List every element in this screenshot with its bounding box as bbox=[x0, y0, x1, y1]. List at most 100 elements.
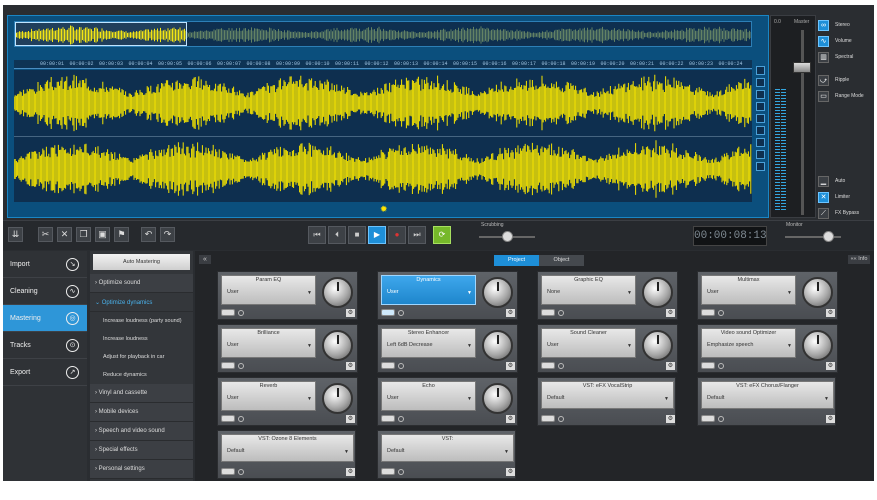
effect-toggle[interactable] bbox=[701, 309, 715, 316]
effect-card[interactable]: Brilliance User ▼ ⚙ bbox=[217, 324, 358, 373]
category-special-effects[interactable]: › Special effects bbox=[90, 441, 193, 460]
loop-icon[interactable] bbox=[756, 162, 765, 171]
category-optimize-dynamics[interactable]: ⌄ Optimize dynamics bbox=[90, 293, 193, 312]
effect-card[interactable]: Reverb User ▼ ⚙ bbox=[217, 377, 358, 426]
nav-mastering[interactable]: Mastering ◎ bbox=[3, 305, 87, 332]
marker-flag-icon[interactable]: ⚑ bbox=[114, 227, 129, 242]
collapse-panel-button[interactable]: « bbox=[199, 255, 211, 264]
gear-icon[interactable]: ⚙ bbox=[666, 308, 675, 317]
effect-amount-knob[interactable] bbox=[482, 277, 513, 308]
effect-toggle[interactable] bbox=[221, 309, 235, 316]
effect-preset-select[interactable]: Multimax User ▼ bbox=[701, 275, 796, 305]
effect-preset-select[interactable]: Dynamics User ▼ bbox=[381, 275, 476, 305]
category-personal-settings[interactable]: › Personal settings bbox=[90, 460, 193, 479]
effect-amount-knob[interactable] bbox=[802, 330, 833, 361]
effect-card[interactable]: Echo User ▼ ⚙ bbox=[377, 377, 518, 426]
nav-tracks[interactable]: Tracks ⊙ bbox=[3, 332, 87, 359]
tab-project[interactable]: Project bbox=[494, 255, 539, 266]
nav-cleaning[interactable]: Cleaning ∿ bbox=[3, 278, 87, 305]
effect-amount-knob[interactable] bbox=[802, 277, 833, 308]
previous-icon[interactable]: ⏴ bbox=[328, 226, 346, 244]
overview-selection[interactable] bbox=[15, 22, 187, 46]
mode-range[interactable]: ▭ Range Mode bbox=[818, 90, 864, 102]
nav-import[interactable]: Import ↘ bbox=[3, 251, 87, 278]
nav-export[interactable]: Export ↗ bbox=[3, 359, 87, 386]
effect-preset-select[interactable]: VST: eFX Chorus/Flanger Default ▼ bbox=[701, 381, 834, 409]
effect-card[interactable]: Sound Cleaner User ▼ ⚙ bbox=[537, 324, 678, 373]
stop-icon[interactable]: ■ bbox=[348, 226, 366, 244]
monitor-volume-handle[interactable] bbox=[823, 231, 834, 242]
main-waveform[interactable] bbox=[14, 70, 752, 202]
go-to-start-icon[interactable]: ⏮ bbox=[308, 226, 326, 244]
mode-volume[interactable]: ∿ Volume bbox=[818, 35, 852, 47]
preset-item[interactable]: Reduce dynamics bbox=[90, 366, 193, 384]
channel-r-icon[interactable] bbox=[756, 114, 765, 123]
effect-toggle[interactable] bbox=[541, 415, 555, 422]
effect-preset-select[interactable]: VST: eFX VocalStrip Default ▼ bbox=[541, 381, 674, 409]
auto-mastering-button[interactable]: Auto Mastering bbox=[93, 254, 190, 270]
go-to-end-icon[interactable]: ⏭ bbox=[408, 226, 426, 244]
effect-card[interactable]: Param EQ User ▼ ⚙ bbox=[217, 271, 358, 320]
category-vinyl-cassette[interactable]: › Vinyl and cassette bbox=[90, 384, 193, 403]
copy-icon[interactable]: ❐ bbox=[76, 227, 91, 242]
gear-icon[interactable]: ⚙ bbox=[346, 308, 355, 317]
channel-l-icon[interactable] bbox=[756, 102, 765, 111]
mode-ripple[interactable]: ⤻ Ripple bbox=[818, 74, 849, 86]
effect-card[interactable]: VST: Ozone 8 Elements Default ▼ ⚙ bbox=[217, 430, 356, 479]
category-optimize-sound[interactable]: › Optimize sound bbox=[90, 274, 193, 293]
effect-amount-knob[interactable] bbox=[322, 383, 353, 414]
gear-icon[interactable]: ⚙ bbox=[826, 414, 835, 423]
effect-toggle[interactable] bbox=[541, 309, 555, 316]
effect-toggle[interactable] bbox=[221, 362, 235, 369]
effect-amount-knob[interactable] bbox=[642, 277, 673, 308]
effect-preset-select[interactable]: Graphic EQ None ▼ bbox=[541, 275, 636, 305]
delete-icon[interactable]: ✕ bbox=[57, 227, 72, 242]
effect-toggle[interactable] bbox=[541, 362, 555, 369]
effect-card[interactable]: VST: eFX Chorus/Flanger Default ▼ ⚙ bbox=[697, 377, 836, 426]
zoom-out-icon[interactable] bbox=[756, 78, 765, 87]
effect-preset-select[interactable]: Param EQ User ▼ bbox=[221, 275, 316, 305]
mode-fx-bypass[interactable]: ⟋ FX Bypass bbox=[818, 207, 859, 219]
gear-icon[interactable]: ⚙ bbox=[666, 414, 675, 423]
mode-limiter[interactable]: ✕ Limiter bbox=[818, 191, 850, 203]
mode-stereo[interactable]: ∞ Stereo bbox=[818, 19, 850, 31]
gear-icon[interactable]: ⚙ bbox=[506, 467, 515, 476]
effect-toggle[interactable] bbox=[381, 309, 395, 316]
tab-object[interactable]: Object bbox=[539, 255, 584, 266]
effect-toggle[interactable] bbox=[701, 362, 715, 369]
effect-card[interactable]: VST: Default ▼ ⚙ bbox=[377, 430, 516, 479]
effect-preset-select[interactable]: Echo User ▼ bbox=[381, 381, 476, 411]
effect-card[interactable]: Graphic EQ None ▼ ⚙ bbox=[537, 271, 678, 320]
effect-toggle[interactable] bbox=[381, 468, 395, 475]
preset-item[interactable]: Adjust for playback in car bbox=[90, 348, 193, 366]
effect-preset-select[interactable]: Video sound Optimizer Emphasize speech ▼ bbox=[701, 328, 796, 358]
effect-card[interactable]: Multimax User ▼ ⚙ bbox=[697, 271, 838, 320]
gear-icon[interactable]: ⚙ bbox=[826, 308, 835, 317]
gear-icon[interactable]: ⚙ bbox=[506, 308, 515, 317]
effect-toggle[interactable] bbox=[221, 415, 235, 422]
loop-icon[interactable]: ⟳ bbox=[433, 226, 451, 244]
mode-auto[interactable]: ▁ Auto bbox=[818, 175, 845, 187]
category-mobile-devices[interactable]: › Mobile devices bbox=[90, 403, 193, 422]
time-ruler[interactable]: 00:00:01 00:00:02 00:00:03 00:00:04 00:00:05… bbox=[14, 60, 752, 69]
lock-icon[interactable] bbox=[756, 126, 765, 135]
effect-toggle[interactable] bbox=[221, 468, 235, 475]
zoom-fit-icon[interactable] bbox=[756, 90, 765, 99]
cut-icon[interactable]: ✂ bbox=[38, 227, 53, 242]
effect-amount-knob[interactable] bbox=[322, 277, 353, 308]
effect-card[interactable]: Video sound Optimizer Emphasize speech ▼… bbox=[697, 324, 838, 373]
gear-icon[interactable]: ⚙ bbox=[346, 361, 355, 370]
paste-icon[interactable]: ▣ bbox=[95, 227, 110, 242]
effect-card[interactable]: VST: eFX VocalStrip Default ▼ ⚙ bbox=[537, 377, 676, 426]
gear-icon[interactable]: ⚙ bbox=[506, 361, 515, 370]
snap-icon[interactable] bbox=[756, 150, 765, 159]
master-fader-handle[interactable] bbox=[793, 62, 811, 73]
info-button[interactable]: «« Info bbox=[848, 255, 870, 264]
gear-icon[interactable]: ⚙ bbox=[346, 414, 355, 423]
gear-icon[interactable]: ⚙ bbox=[346, 467, 355, 476]
play-icon[interactable]: ▶ bbox=[368, 226, 386, 244]
redo-icon[interactable]: ↷ bbox=[160, 227, 175, 242]
effect-amount-knob[interactable] bbox=[482, 330, 513, 361]
overview-waveform[interactable] bbox=[14, 21, 752, 47]
effect-card[interactable]: Stereo Enhancer Left 6dB Decrease ▼ ⚙ bbox=[377, 324, 518, 373]
